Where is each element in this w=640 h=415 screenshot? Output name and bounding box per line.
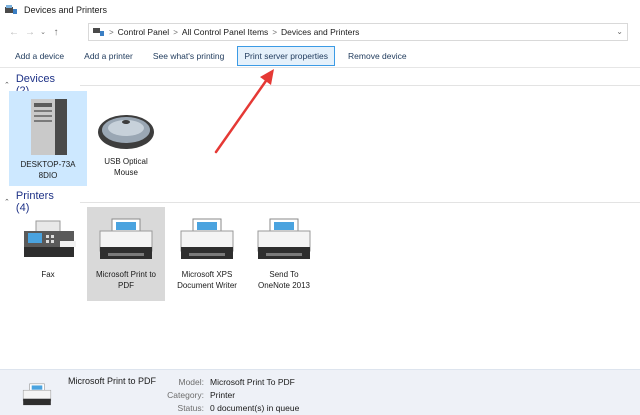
print-server-properties-button[interactable]: Print server properties — [237, 45, 336, 66]
details-value: Printer — [210, 390, 236, 400]
computer-tower-icon — [31, 99, 67, 155]
window-title: Devices and Printers — [24, 4, 108, 15]
device-label: USB Optical Mouse — [104, 157, 148, 177]
details-row-status: Status: 0 document(s) in queue — [150, 403, 300, 413]
navigation-row: ← → ⌄ ↑ > Control Panel > All Control Pa… — [0, 20, 640, 44]
device-label: DESKTOP-73A8DIO — [20, 160, 76, 180]
address-separator: > — [109, 27, 114, 37]
printer-label: Microsoft Print to PDF — [95, 270, 156, 290]
devices-group-header[interactable]: ⌃ Devices (2) — [4, 73, 640, 97]
devices-printers-icon — [5, 4, 17, 14]
printer-label: Fax — [41, 270, 55, 279]
mouse-icon — [98, 115, 154, 149]
details-value: Microsoft Print To PDF — [210, 377, 295, 387]
address-separator: > — [272, 27, 277, 37]
printers-group-title: Printers (4) — [15, 190, 54, 214]
details-row-model: Model: Microsoft Print To PDF — [150, 377, 295, 387]
device-item-desktop[interactable]: DESKTOP-73A8DIO — [9, 91, 87, 186]
forward-arrow-icon[interactable]: → — [22, 23, 38, 41]
printer-item-fax[interactable]: Fax — [9, 213, 87, 280]
breadcrumb-control-panel[interactable]: Control Panel — [118, 27, 170, 37]
collapse-chevron-icon[interactable]: ⌃ — [4, 81, 12, 89]
address-separator: > — [173, 27, 178, 37]
printer-icon — [99, 218, 153, 259]
details-key: Status: — [177, 403, 204, 413]
breadcrumb-devices-printers[interactable]: Devices and Printers — [281, 27, 359, 37]
address-bar[interactable]: > Control Panel > All Control Panel Item… — [88, 23, 628, 41]
group-divider — [79, 201, 640, 203]
printer-icon — [22, 383, 52, 406]
details-key: Model: — [178, 377, 204, 387]
fax-icon — [24, 220, 76, 257]
add-device-button[interactable]: Add a device — [8, 46, 71, 66]
collapse-chevron-icon[interactable]: ⌃ — [4, 198, 12, 206]
printer-label: Send To OneNote 2013 — [257, 270, 311, 290]
printer-icon — [180, 218, 234, 259]
printer-item-send-to-onenote[interactable]: Send To OneNote 2013 — [245, 213, 323, 291]
details-row-category: Category: Printer — [150, 390, 235, 400]
breadcrumb-all-items[interactable]: All Control Panel Items — [182, 27, 268, 37]
details-value: 0 document(s) in queue — [210, 403, 300, 413]
group-divider — [80, 84, 640, 86]
details-device-name: Microsoft Print to PDF — [68, 376, 157, 386]
title-bar: Devices and Printers — [0, 0, 640, 19]
see-whats-printing-button[interactable]: See what's printing — [146, 46, 232, 66]
control-panel-icon — [93, 28, 104, 36]
up-arrow-icon[interactable]: ↑ — [48, 23, 64, 41]
printer-icon — [257, 218, 311, 259]
printer-item-print-to-pdf[interactable]: Microsoft Print to PDF — [87, 207, 165, 301]
add-printer-button[interactable]: Add a printer — [77, 46, 140, 66]
address-dropdown-icon[interactable]: ⌄ — [616, 27, 623, 36]
command-bar: Add a device Add a printer See what's pr… — [0, 44, 640, 68]
recent-locations-chevron-icon[interactable]: ⌄ — [38, 23, 48, 41]
back-arrow-icon[interactable]: ← — [6, 23, 22, 41]
printer-item-xps-writer[interactable]: Microsoft XPS Document Writer — [167, 213, 247, 291]
details-pane: Microsoft Print to PDF Model: Microsoft … — [0, 369, 640, 415]
printer-label: Microsoft XPS Document Writer — [177, 270, 237, 290]
device-item-usb-mouse[interactable]: USB Optical Mouse — [87, 106, 165, 178]
remove-device-button[interactable]: Remove device — [341, 46, 414, 66]
details-key: Category: — [167, 390, 204, 400]
